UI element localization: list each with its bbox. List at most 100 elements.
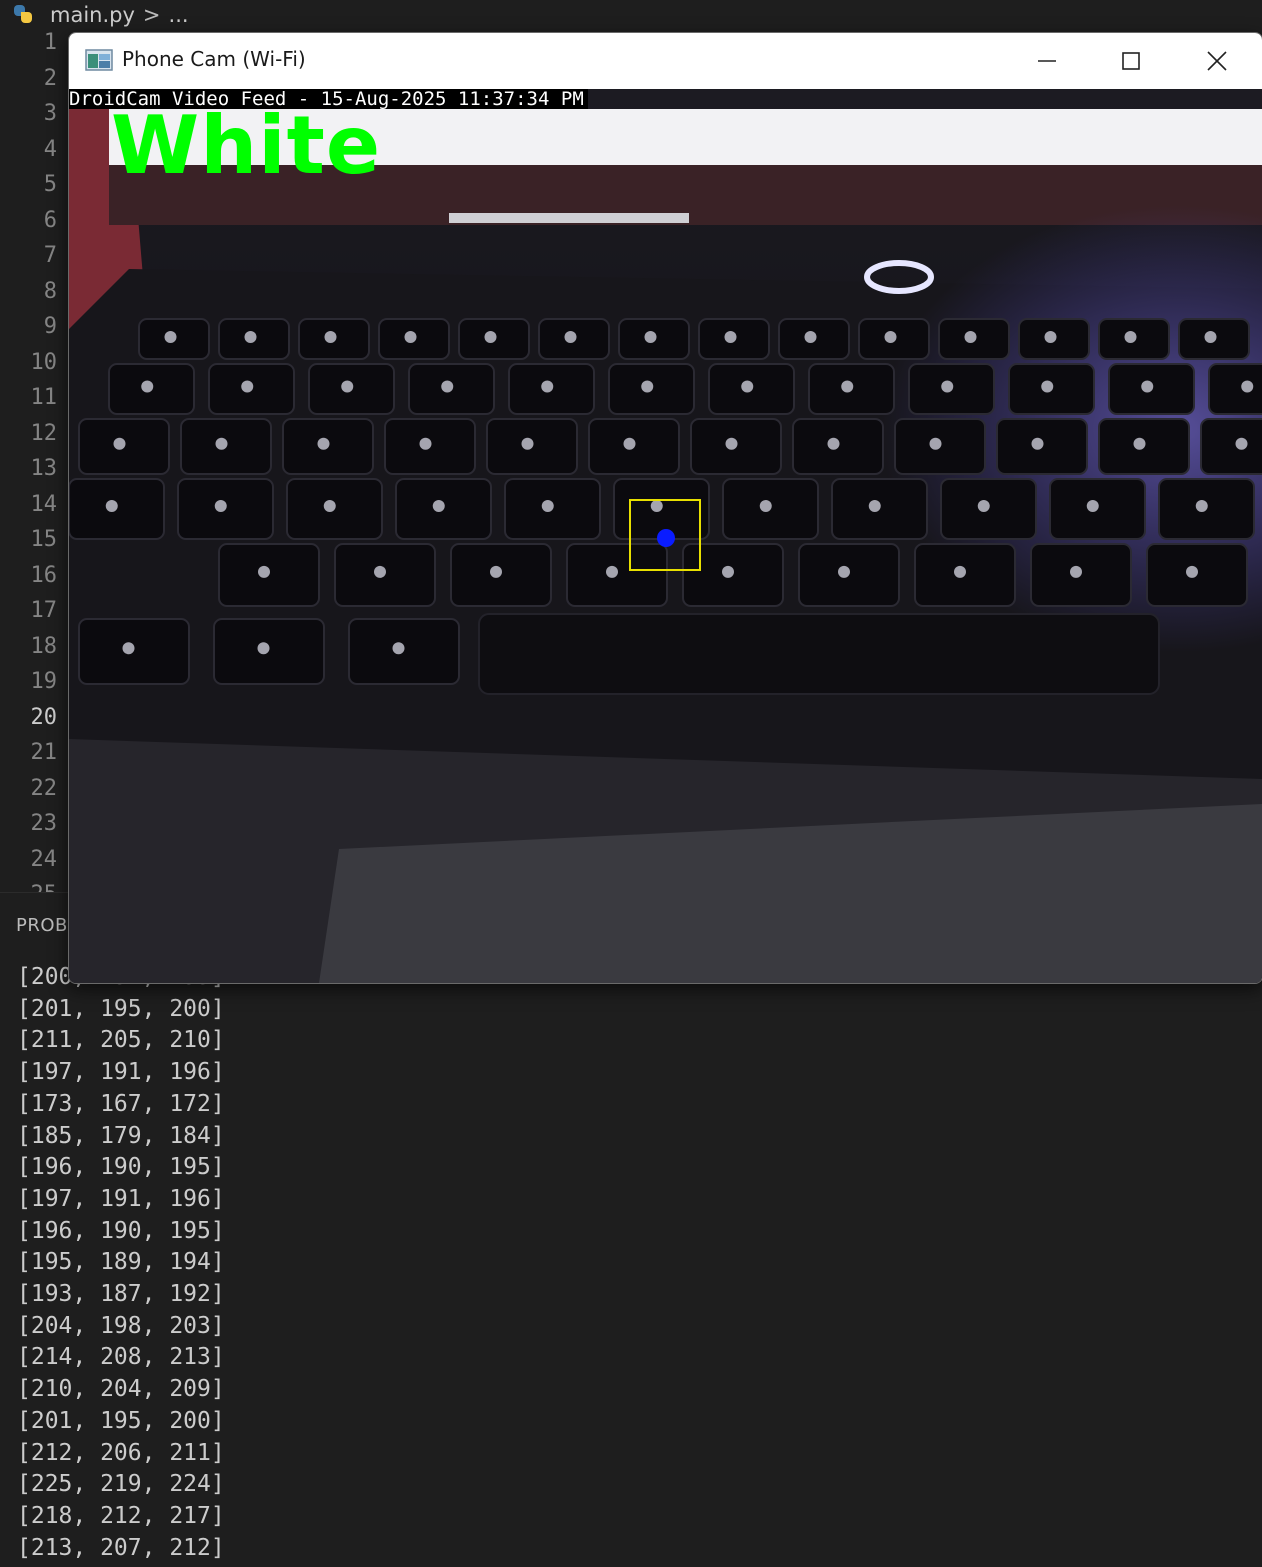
key-legend	[141, 380, 154, 393]
keyboard-key	[1208, 363, 1262, 415]
line-number: 4	[43, 136, 57, 162]
key-legend	[241, 380, 254, 393]
close-icon	[1207, 51, 1227, 71]
line-number: 8	[43, 278, 57, 304]
key-legend	[164, 331, 177, 343]
close-button[interactable]	[1175, 33, 1259, 89]
keyboard-key	[1200, 418, 1262, 475]
key-legend	[1186, 565, 1198, 578]
key-legend	[404, 331, 417, 343]
keyboard-key	[213, 618, 325, 685]
line-number: 9	[43, 314, 57, 339]
key-legend	[1195, 500, 1208, 512]
line-number: 17	[30, 598, 58, 623]
key-legend	[606, 565, 618, 578]
terminal-line: [197, 191, 196]	[17, 1185, 225, 1212]
sample-point-marker	[657, 529, 675, 547]
key-legend	[432, 500, 445, 512]
terminal-line: [196, 190, 195]	[17, 1154, 225, 1181]
line-number: 16	[30, 562, 58, 588]
breadcrumb-more[interactable]: ...	[169, 3, 189, 27]
line-number: 20	[30, 704, 58, 730]
terminal-line: [214, 208, 213]	[17, 1344, 225, 1371]
key-legend	[977, 500, 990, 512]
window-titlebar[interactable]: Phone Cam (Wi-Fi)	[69, 33, 1262, 89]
chevron-right-icon: >	[142, 3, 161, 27]
key-legend	[1031, 437, 1044, 450]
key-legend	[419, 437, 432, 450]
line-number: 21	[30, 740, 58, 765]
terminal-line: [193, 187, 192]	[17, 1281, 225, 1307]
phone-cam-window[interactable]: Phone Cam (Wi-Fi) DroidCam Video Feed - …	[68, 32, 1262, 984]
key-legend	[1070, 565, 1082, 578]
terminal-line: [195, 189, 194]	[17, 1249, 225, 1276]
maximize-icon	[1122, 52, 1140, 70]
minimize-button[interactable]	[1005, 33, 1089, 89]
key-legend	[841, 380, 854, 393]
breadcrumb: main.py > ...	[0, 0, 1262, 30]
key-legend	[490, 565, 502, 578]
breadcrumb-file[interactable]: main.py	[50, 3, 135, 27]
key-legend	[725, 437, 738, 450]
key-legend	[484, 331, 497, 343]
key-legend	[954, 565, 966, 578]
key-legend	[564, 331, 577, 343]
line-number: 10	[30, 349, 58, 375]
line-number-gutter: 1234567891011121314151617181920212223242…	[0, 30, 67, 892]
line-number: 5	[43, 172, 57, 197]
key-legend	[317, 437, 330, 450]
key-legend	[521, 437, 534, 450]
line-number: 24	[30, 846, 58, 872]
key-legend	[324, 331, 337, 343]
keyboard-key	[78, 618, 190, 685]
line-number: 1	[43, 30, 57, 55]
key-legend	[105, 500, 118, 512]
key-legend	[257, 642, 270, 655]
key-legend	[1241, 380, 1254, 393]
terminal-line: [225, 219, 224]	[17, 1471, 225, 1498]
key-legend	[258, 565, 270, 578]
key-legend	[1041, 380, 1054, 393]
key-legend	[392, 642, 405, 655]
key-legend	[214, 500, 227, 512]
key-legend	[641, 380, 654, 393]
terminal-line: [196, 190, 195]	[17, 1217, 225, 1244]
terminal-line: [204, 198, 203]	[17, 1312, 225, 1339]
key-legend	[113, 437, 126, 450]
key-legend	[1235, 437, 1248, 450]
line-number: 11	[30, 385, 58, 410]
terminal-line: [197, 191, 196]	[17, 1059, 225, 1086]
line-number: 3	[43, 101, 57, 126]
key-legend	[941, 380, 954, 393]
key-legend	[1124, 331, 1137, 343]
key-legend	[341, 380, 354, 393]
key-legend	[244, 331, 257, 343]
key-legend	[964, 331, 977, 343]
terminal-line: [201, 195, 200]	[17, 1407, 225, 1434]
line-number: 19	[30, 669, 58, 694]
key-legend	[1044, 331, 1057, 343]
key-legend	[541, 380, 554, 393]
terminal-line: [210, 204, 209]	[17, 1376, 225, 1403]
key-legend	[884, 331, 897, 343]
key-legend	[929, 437, 942, 450]
key-legend	[623, 437, 636, 450]
python-file-icon	[12, 3, 36, 27]
line-number: 14	[30, 491, 58, 517]
minimize-icon	[1038, 60, 1056, 62]
line-number: 25	[0, 882, 58, 892]
terminal-line: [211, 205, 210]	[17, 1027, 225, 1054]
key-legend	[1086, 500, 1099, 512]
line-number: 22	[30, 775, 58, 801]
terminal-line: [213, 207, 212]	[17, 1534, 225, 1561]
line-number: 6	[43, 207, 57, 233]
detected-color-label: White	[111, 99, 382, 192]
line-number: 15	[30, 527, 58, 552]
terminal-line: [212, 206, 211]	[17, 1439, 225, 1466]
key-legend	[838, 565, 850, 578]
maximize-button[interactable]	[1089, 33, 1173, 89]
problems-tab[interactable]: PROB	[16, 915, 68, 936]
line-number: 12	[30, 420, 58, 446]
line-number: 18	[30, 633, 58, 659]
key-legend	[541, 500, 554, 512]
